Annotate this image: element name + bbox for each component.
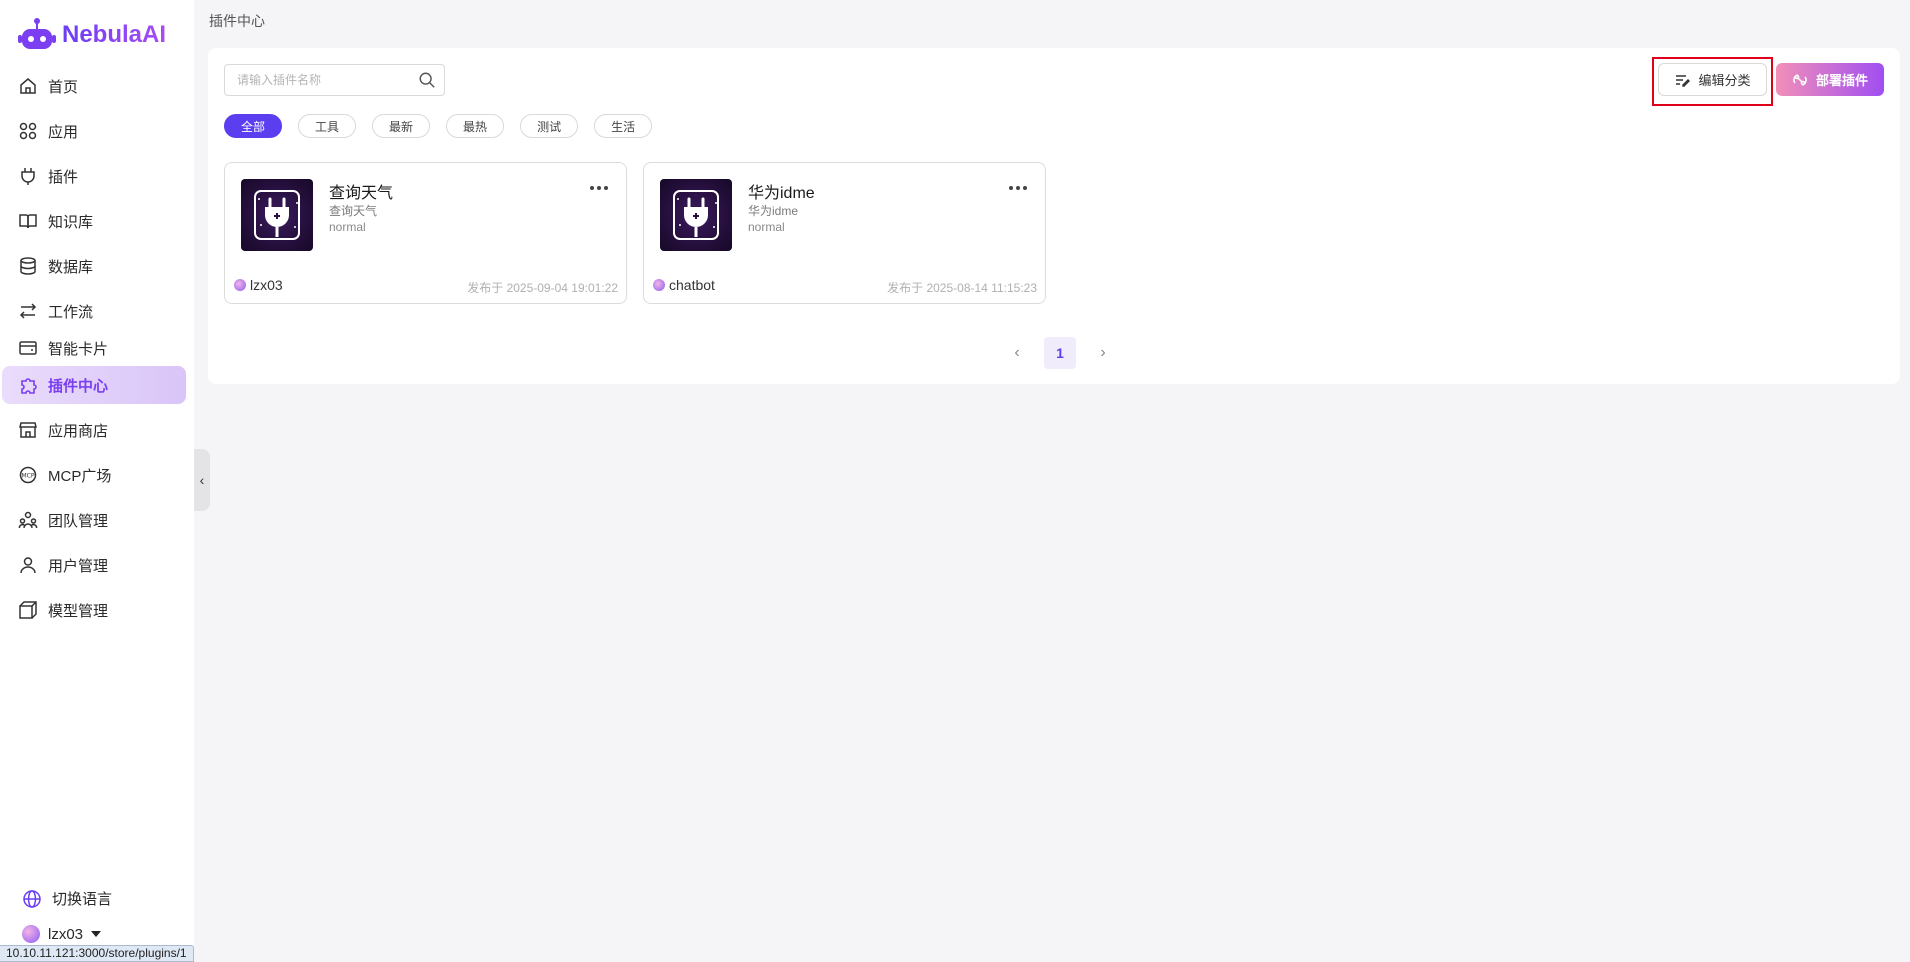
deploy-plugin-label: 部署插件 — [1815, 73, 1868, 88]
sidebar-item-smart-card[interactable]: 智能卡片 — [2, 329, 186, 367]
puzzle-icon — [21, 378, 37, 394]
sidebar-item-home[interactable]: 首页 — [2, 67, 186, 105]
apps-icon — [19, 122, 37, 140]
sidebar-item-models[interactable]: 模型管理 — [2, 591, 186, 629]
avatar — [234, 279, 246, 291]
sidebar-item-plugin-center[interactable]: 插件中心 — [2, 366, 186, 404]
search-input[interactable] — [225, 65, 405, 95]
plugin-thumbnail — [660, 179, 732, 251]
chevron-left-icon[interactable]: ‹ — [1010, 344, 1024, 362]
chevron-right-icon[interactable]: › — [1096, 344, 1110, 362]
globe-icon — [23, 889, 41, 908]
plugin-thumbnail — [241, 179, 313, 251]
status-bar-url: 10.10.11.121:3000/store/plugins/1 — [0, 945, 194, 962]
sidebar-item-label: 用户管理 — [48, 557, 109, 575]
sidebar-item-label: 工作流 — [48, 303, 94, 321]
plug-icon — [21, 168, 35, 185]
plugin-publish-date: 发布于 2025-09-04 19:01:22 — [467, 281, 618, 295]
edit-category-label: 编辑分类 — [1698, 73, 1751, 88]
user-menu[interactable]: lzx03 — [22, 925, 102, 943]
sidebar-item-label: 插件 — [48, 168, 79, 186]
sidebar-item-mcp[interactable]: MCP MCP广场 — [2, 456, 186, 494]
sidebar-item-workflow[interactable]: 工作流 — [2, 292, 186, 330]
sidebar-item-users[interactable]: 用户管理 — [2, 546, 186, 584]
filter-chip-all[interactable]: 全部 — [224, 114, 283, 138]
sidebar-item-database[interactable]: 数据库 — [2, 247, 186, 285]
plugin-author-name: lzx03 — [250, 277, 283, 293]
page-number-current[interactable]: 1 — [1044, 337, 1076, 369]
sidebar-item-app-store[interactable]: 应用商店 — [2, 411, 186, 449]
plugin-center-panel: 全部 工具 最新 最热 测试 生活 编辑分类 部署插件 查询天气 查询天气 — [208, 48, 1900, 384]
plugin-type: normal — [748, 220, 785, 234]
mcp-icon: MCP — [19, 466, 37, 484]
sidebar-item-team[interactable]: 团队管理 — [2, 501, 186, 539]
plugin-description: 查询天气 — [329, 204, 378, 218]
search-box — [224, 64, 445, 96]
search-icon[interactable] — [418, 71, 436, 89]
brand-logo[interactable]: NebulaAI — [18, 14, 166, 56]
sidebar-item-label: 知识库 — [48, 213, 94, 231]
pagination: ‹ 1 › — [1010, 337, 1110, 369]
sidebar-item-apps[interactable]: 应用 — [2, 112, 186, 150]
sidebar-item-label: 应用商店 — [48, 422, 109, 440]
avatar — [653, 279, 665, 291]
workflow-icon — [19, 303, 37, 319]
database-icon — [20, 257, 36, 275]
sidebar-collapse-handle[interactable]: ‹ — [194, 449, 210, 511]
plugin-author: chatbot — [653, 277, 715, 293]
sidebar-item-label: MCP广场 — [48, 467, 112, 485]
category-filters: 全部 工具 最新 最热 测试 生活 — [224, 114, 653, 138]
sidebar: NebulaAI 首页 应用 插件 知识库 数据库 工作流 智能卡片 插件中心 … — [0, 0, 194, 962]
plugin-type: normal — [329, 220, 366, 234]
plugin-publish-date: 发布于 2025-08-14 11:15:23 — [887, 281, 1037, 295]
chevron-left-icon: ‹ — [199, 472, 205, 488]
store-icon — [19, 422, 37, 438]
home-icon — [20, 78, 36, 94]
language-switch-label: 切换语言 — [52, 891, 113, 908]
plugin-description: 华为idme — [748, 204, 799, 218]
more-options-icon[interactable] — [590, 183, 610, 193]
book-icon — [19, 214, 37, 229]
more-options-icon[interactable] — [1009, 183, 1029, 193]
filter-chip-latest[interactable]: 最新 — [372, 114, 431, 138]
sidebar-item-label: 插件中心 — [48, 377, 109, 395]
brand-name: NebulaAI — [62, 21, 167, 48]
plug-icon — [254, 190, 300, 240]
breadcrumb: 插件中心 — [209, 13, 265, 29]
filter-chip-hottest[interactable]: 最热 — [446, 114, 505, 138]
sidebar-item-label: 模型管理 — [48, 602, 109, 620]
avatar — [22, 925, 40, 943]
model-icon — [19, 601, 37, 619]
sidebar-item-label: 应用 — [48, 123, 79, 141]
team-icon — [18, 511, 38, 529]
language-switch[interactable]: 切换语言 — [22, 888, 112, 909]
caret-down-icon — [91, 931, 102, 937]
filter-chip-tools[interactable]: 工具 — [298, 114, 357, 138]
sidebar-item-label: 数据库 — [48, 258, 94, 276]
user-icon — [20, 557, 36, 574]
card-icon — [19, 341, 37, 355]
robot-logo-icon — [18, 18, 56, 49]
filter-chip-life[interactable]: 生活 — [594, 114, 653, 138]
plug-icon — [673, 190, 719, 240]
plugin-card[interactable]: 查询天气 查询天气 normal lzx03 发布于 2025-09-04 19… — [224, 162, 627, 304]
sidebar-item-label: 团队管理 — [48, 512, 109, 530]
sidebar-item-label: 智能卡片 — [48, 340, 109, 358]
deploy-icon — [1793, 73, 1807, 86]
user-name: lzx03 — [48, 925, 84, 943]
edit-category-button[interactable]: 编辑分类 — [1658, 63, 1767, 96]
svg-text:MCP: MCP — [22, 473, 35, 480]
plugin-title: 查询天气 — [329, 185, 394, 202]
deploy-plugin-button[interactable]: 部署插件 — [1776, 63, 1884, 96]
sidebar-item-knowledge[interactable]: 知识库 — [2, 202, 186, 240]
sidebar-item-plugins[interactable]: 插件 — [2, 157, 186, 195]
plugin-card[interactable]: 华为idme 华为idme normal chatbot 发布于 2025-08… — [643, 162, 1046, 304]
filter-chip-test[interactable]: 测试 — [520, 114, 579, 138]
sidebar-item-label: 首页 — [48, 78, 79, 96]
plugin-title: 华为idme — [748, 185, 815, 202]
edit-list-icon — [1676, 74, 1691, 87]
plugin-author: lzx03 — [234, 277, 283, 293]
plugin-author-name: chatbot — [669, 277, 715, 293]
